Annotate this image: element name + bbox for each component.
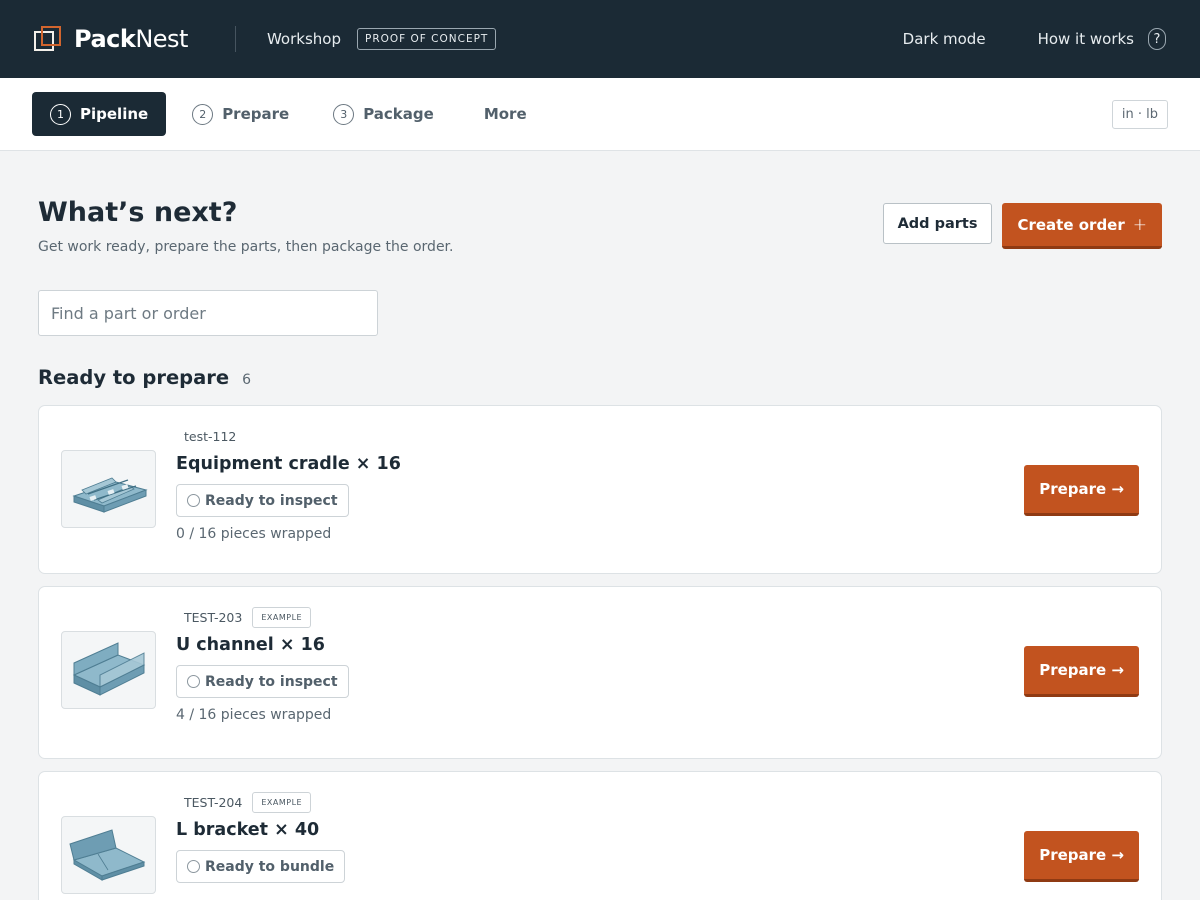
u-channel-part-icon — [72, 642, 145, 696]
part-id: test-112 — [184, 428, 237, 444]
brand-name[interactable]: PackNest — [74, 25, 188, 53]
part-card: TEST-204 EXAMPLE L bracket × 40 Ready to… — [38, 771, 1162, 900]
search-input[interactable] — [38, 290, 378, 336]
dark-mode-toggle[interactable]: Dark mode — [903, 30, 986, 48]
help-icon[interactable]: ? — [1148, 28, 1166, 50]
tab-prepare[interactable]: 2 Prepare — [174, 92, 307, 136]
main-content: What’s next? Get work ready, prepare the… — [0, 151, 1200, 900]
cradle-part-icon — [71, 477, 148, 513]
example-badge: EXAMPLE — [252, 606, 312, 628]
plus-icon: + — [1132, 214, 1147, 235]
units-toggle[interactable]: in · lb — [1111, 99, 1168, 129]
top-bar: PackNest Workshop PROOF OF CONCEPT Dark … — [0, 0, 1200, 78]
page-title: What’s next? — [38, 197, 238, 228]
example-badge: EXAMPLE — [252, 791, 312, 813]
tab-label: Package — [363, 105, 434, 123]
l-bracket-part-icon — [68, 829, 145, 881]
part-thumbnail[interactable] — [61, 816, 156, 894]
part-card: TEST-203 EXAMPLE U channel × 16 Ready to… — [38, 586, 1162, 759]
section-header: Ready to prepare 6 — [38, 366, 1162, 389]
part-id: TEST-203 — [184, 609, 243, 625]
status-badge: Ready to inspect — [176, 665, 349, 698]
create-order-button[interactable]: Create order + — [1002, 203, 1162, 249]
step-number-1: 1 — [50, 103, 71, 125]
parts-list: test-112 Equipment cradle × 16 Ready to … — [38, 405, 1162, 900]
brand-name-light: Nest — [135, 25, 188, 53]
section-title: Ready to prepare — [38, 366, 230, 389]
tab-label: Prepare — [222, 105, 290, 123]
packnest-logo-icon — [34, 26, 62, 52]
tab-label: Pipeline — [80, 105, 149, 123]
step-tabs-bar: 1 Pipeline 2 Prepare 3 Package More in ·… — [0, 78, 1200, 151]
page-subtitle: Get work ready, prepare the parts, then … — [38, 239, 454, 255]
add-parts-button[interactable]: Add parts — [882, 203, 993, 244]
part-thumbnail[interactable] — [61, 631, 156, 709]
part-name[interactable]: L bracket × 40 — [176, 820, 345, 840]
prepare-button[interactable]: Prepare → — [1024, 831, 1139, 882]
step-number-2: 2 — [192, 103, 214, 125]
proof-of-concept-badge: PROOF OF CONCEPT — [356, 28, 497, 50]
tab-pipeline[interactable]: 1 Pipeline — [32, 92, 167, 136]
prepare-button[interactable]: Prepare → — [1024, 465, 1139, 516]
tab-label: More — [483, 105, 527, 123]
tab-more[interactable]: More — [460, 92, 545, 136]
status-circle-icon — [187, 860, 200, 873]
how-it-works-link[interactable]: How it works — [1038, 30, 1134, 48]
status-badge: Ready to inspect — [176, 484, 349, 517]
part-name[interactable]: U channel × 16 — [176, 635, 349, 655]
status-label: Ready to bundle — [205, 858, 335, 875]
status-badge: Ready to bundle — [176, 850, 346, 883]
wrap-progress: 4 / 16 pieces wrapped — [176, 707, 332, 723]
status-label: Ready to inspect — [205, 492, 338, 509]
wrap-progress: 0 / 16 pieces wrapped — [176, 526, 332, 542]
prepare-button[interactable]: Prepare → — [1024, 646, 1139, 697]
part-thumbnail[interactable] — [61, 450, 156, 528]
status-circle-icon — [187, 675, 200, 688]
section-count: 6 — [242, 372, 252, 388]
tab-package[interactable]: 3 Package — [315, 92, 452, 136]
status-label: Ready to inspect — [205, 673, 338, 690]
header-divider — [234, 26, 236, 52]
step-number-3: 3 — [333, 103, 355, 125]
workshop-label: Workshop — [266, 30, 341, 48]
part-id: TEST-204 — [184, 794, 243, 810]
create-order-label: Create order — [1017, 215, 1125, 234]
part-card: test-112 Equipment cradle × 16 Ready to … — [38, 405, 1162, 574]
brand-name-bold: Pack — [74, 25, 136, 53]
status-circle-icon — [187, 494, 200, 507]
part-name[interactable]: Equipment cradle × 16 — [176, 454, 401, 474]
